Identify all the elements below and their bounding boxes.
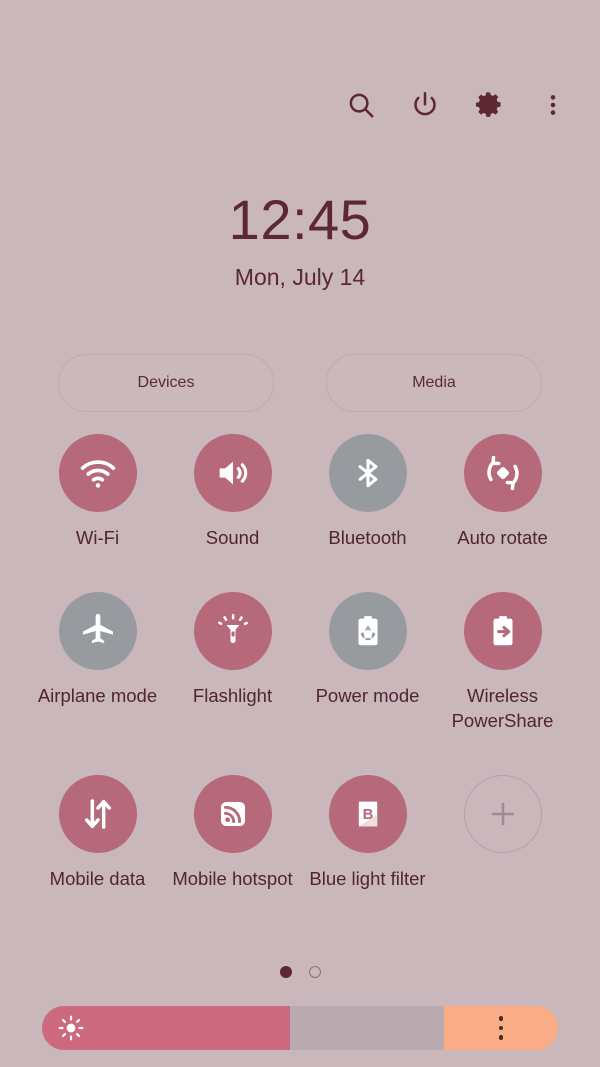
- devices-button[interactable]: Devices: [58, 354, 274, 412]
- tile-blue-light-filter[interactable]: B Blue light filter: [300, 775, 435, 891]
- wifi-icon: [58, 434, 137, 512]
- clock-time: 12:45: [228, 188, 372, 251]
- tile-label: Wi-Fi: [75, 527, 120, 548]
- brightness-settings-button[interactable]: [444, 1006, 558, 1050]
- page-dot-active[interactable]: [279, 966, 292, 978]
- tile-power-mode[interactable]: Power mode: [300, 592, 435, 733]
- clock-date: Mon, July 14: [234, 264, 366, 290]
- page-dot-inactive[interactable]: [308, 966, 321, 978]
- airplane-icon: [58, 592, 137, 671]
- tile-wifi[interactable]: Wi-Fi: [30, 434, 165, 550]
- search-icon[interactable]: [342, 86, 380, 124]
- tile-airplane-mode[interactable]: Airplane mode: [30, 592, 165, 733]
- tile-label: Mobile hotspot: [172, 868, 293, 890]
- tile-wireless-powershare[interactable]: Wireless PowerShare: [435, 592, 570, 733]
- overflow-menu-icon[interactable]: [534, 86, 572, 124]
- tile-bluetooth[interactable]: Bluetooth: [300, 434, 435, 550]
- sound-icon: [193, 434, 272, 512]
- media-button[interactable]: Media: [326, 354, 542, 412]
- tile-flashlight[interactable]: Flashlight: [165, 592, 300, 733]
- quick-settings-toolbar: [342, 86, 572, 124]
- brightness-sun-icon: [58, 1015, 84, 1046]
- tile-label: Sound: [205, 527, 260, 548]
- quick-access-pills: Devices Media: [58, 354, 542, 412]
- bluetooth-icon: [328, 434, 407, 512]
- tile-label: Auto rotate: [457, 527, 548, 548]
- quick-settings-panel: 12:45 Mon, July 14 Devices Media Wi-Fi S…: [0, 0, 600, 1067]
- tile-mobile-hotspot[interactable]: Mobile hotspot: [165, 775, 300, 891]
- mobile-hotspot-icon: [193, 775, 272, 854]
- blue-light-filter-icon: B: [328, 775, 407, 854]
- mobile-data-icon: [58, 775, 137, 854]
- tile-label: Airplane mode: [37, 685, 158, 707]
- tile-label: Mobile data: [49, 868, 146, 890]
- tile-label: Power mode: [315, 685, 420, 707]
- tile-label: Bluetooth: [328, 527, 407, 548]
- settings-gear-icon[interactable]: [470, 86, 508, 124]
- tile-sound[interactable]: Sound: [165, 434, 300, 550]
- power-mode-icon: [328, 592, 407, 671]
- tile-mobile-data[interactable]: Mobile data: [30, 775, 165, 891]
- page-indicator: [0, 966, 600, 978]
- tile-auto-rotate[interactable]: Auto rotate: [435, 434, 570, 550]
- power-icon[interactable]: [406, 86, 444, 124]
- wireless-powershare-icon: [463, 592, 542, 671]
- flashlight-icon: [193, 592, 272, 671]
- tile-label: Flashlight: [192, 685, 273, 707]
- slider-overflow-icon: [498, 1016, 504, 1040]
- clock-area[interactable]: 12:45 Mon, July 14: [0, 192, 600, 291]
- tile-label: Wireless PowerShare: [451, 685, 554, 731]
- auto-rotate-icon: [463, 434, 542, 512]
- quick-settings-grid: Wi-Fi Sound Bluetooth Auto rotate Airpla…: [30, 434, 570, 892]
- svg-text:B: B: [362, 807, 373, 823]
- tile-label: Blue light filter: [309, 868, 426, 890]
- brightness-slider[interactable]: [42, 1006, 558, 1050]
- tile-add-button[interactable]: [435, 775, 570, 891]
- add-icon: [463, 775, 542, 854]
